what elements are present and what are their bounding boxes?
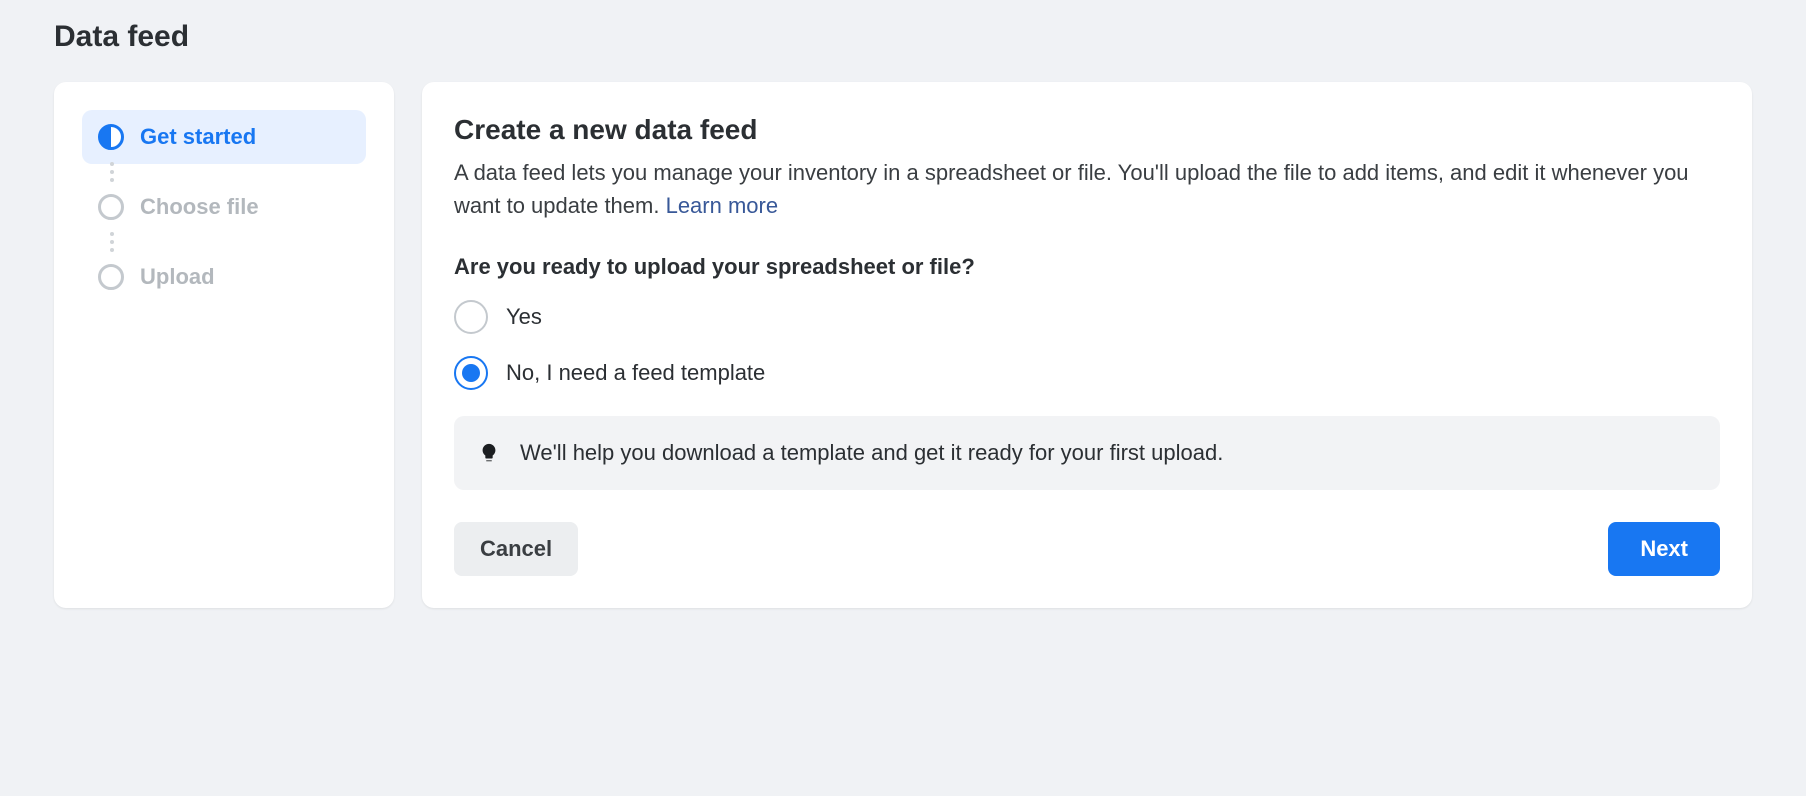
cancel-button[interactable]: Cancel — [454, 522, 578, 576]
step-get-started[interactable]: Get started — [82, 110, 366, 164]
step-label: Get started — [140, 124, 256, 150]
next-button[interactable]: Next — [1608, 522, 1720, 576]
circle-icon — [98, 264, 124, 290]
radio-group: Yes No, I need a feed template — [454, 300, 1720, 390]
button-row: Cancel Next — [454, 522, 1720, 576]
radio-option-no-template[interactable]: No, I need a feed template — [454, 356, 1720, 390]
circle-icon — [98, 194, 124, 220]
main-heading: Create a new data feed — [454, 114, 1720, 146]
info-text: We'll help you download a template and g… — [520, 440, 1223, 466]
step-choose-file[interactable]: Choose file — [82, 180, 366, 234]
description-text: A data feed lets you manage your invento… — [454, 160, 1689, 218]
lightbulb-icon — [478, 442, 500, 464]
layout: Get started Choose file Upload Create a … — [54, 82, 1752, 608]
radio-label: Yes — [506, 304, 542, 330]
step-label: Upload — [140, 264, 215, 290]
step-upload[interactable]: Upload — [82, 250, 366, 304]
radio-icon — [454, 300, 488, 334]
step-list: Get started Choose file Upload — [82, 110, 366, 304]
half-circle-icon — [98, 124, 124, 150]
radio-option-yes[interactable]: Yes — [454, 300, 1720, 334]
radio-label: No, I need a feed template — [506, 360, 765, 386]
learn-more-link[interactable]: Learn more — [666, 193, 779, 218]
radio-icon — [454, 356, 488, 390]
main-panel: Create a new data feed A data feed lets … — [422, 82, 1752, 608]
main-description: A data feed lets you manage your invento… — [454, 156, 1720, 222]
info-box: We'll help you download a template and g… — [454, 416, 1720, 490]
page-title: Data feed — [54, 20, 1752, 54]
question-label: Are you ready to upload your spreadsheet… — [454, 254, 1720, 280]
sidebar: Get started Choose file Upload — [54, 82, 394, 608]
step-label: Choose file — [140, 194, 259, 220]
